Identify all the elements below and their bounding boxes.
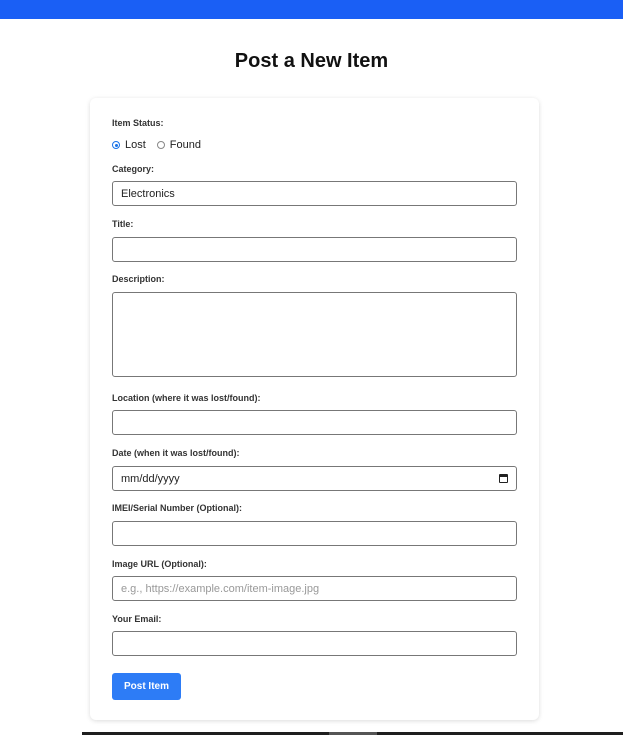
location-label: Location (where it was lost/found): bbox=[112, 393, 261, 403]
imei-input[interactable] bbox=[112, 521, 517, 546]
category-label: Category: bbox=[112, 164, 155, 174]
found-radio-label: Found bbox=[169, 139, 201, 151]
title-input[interactable] bbox=[112, 237, 517, 262]
image-url-input[interactable] bbox=[112, 576, 517, 601]
description-label: Description: bbox=[112, 274, 165, 284]
top-accent-bar bbox=[0, 0, 623, 19]
email-input[interactable] bbox=[112, 631, 517, 656]
page-title: Post a New Item bbox=[234, 50, 389, 72]
title-label: Title: bbox=[112, 219, 134, 229]
status-option-found[interactable]: Found bbox=[156, 139, 201, 151]
image-url-label: Image URL (Optional): bbox=[112, 559, 207, 569]
calendar-icon[interactable] bbox=[499, 474, 508, 483]
post-item-button[interactable]: Post Item bbox=[112, 673, 181, 700]
status-option-lost[interactable]: Lost bbox=[112, 139, 146, 151]
item-status-radio-group: Lost Found bbox=[112, 138, 212, 152]
item-status-label: Item Status: bbox=[112, 118, 164, 128]
description-textarea[interactable] bbox=[112, 292, 517, 377]
lost-radio[interactable] bbox=[112, 141, 120, 149]
date-input-value: mm/dd/yyyy bbox=[121, 472, 180, 485]
email-label: Your Email: bbox=[112, 614, 162, 624]
found-radio[interactable] bbox=[156, 141, 165, 149]
date-input[interactable]: mm/dd/yyyy bbox=[112, 466, 517, 491]
category-input[interactable] bbox=[112, 181, 517, 206]
date-label: Date (when it was lost/found): bbox=[112, 448, 240, 458]
imei-label: IMEI/Serial Number (Optional): bbox=[112, 503, 243, 513]
location-input[interactable] bbox=[112, 410, 517, 435]
lost-radio-label: Lost bbox=[125, 139, 146, 151]
post-item-form: Item Status: Lost Found Category: Title:… bbox=[90, 98, 539, 720]
